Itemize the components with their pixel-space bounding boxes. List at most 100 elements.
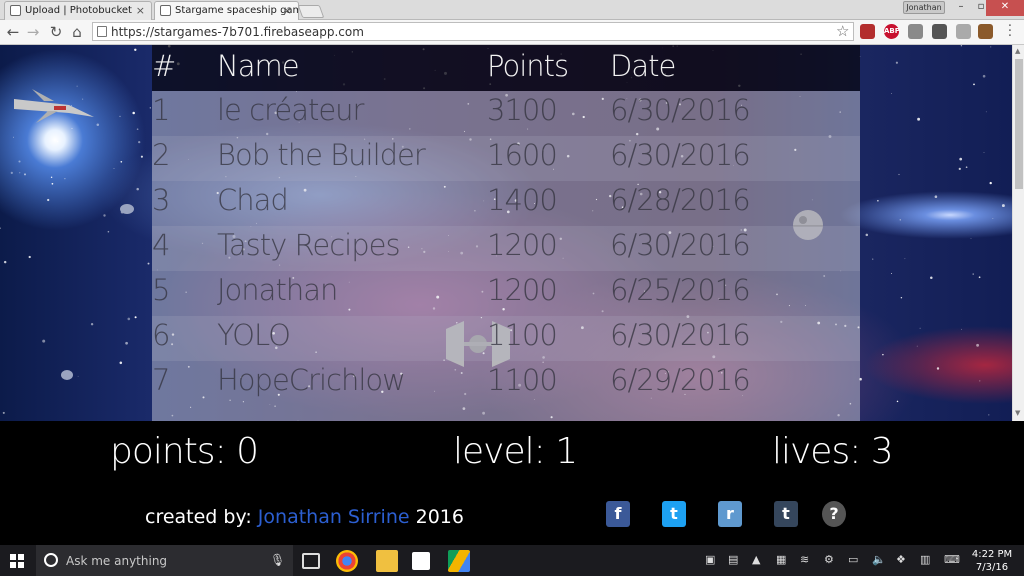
drive-tray-icon[interactable]: ▲ — [752, 553, 760, 566]
rank-cell: 2 — [152, 138, 170, 172]
coffee-icon[interactable] — [978, 24, 993, 39]
points-label: points: — [110, 431, 227, 472]
search-placeholder: Ask me anything — [66, 554, 168, 568]
system-clock[interactable]: 4:22 PM 7/3/16 — [970, 548, 1014, 574]
name-cell: YOLO — [217, 318, 291, 352]
bookmark-star-icon[interactable]: ☆ — [836, 22, 849, 40]
date-cell: 6/30/2016 — [610, 228, 751, 262]
new-tab-button[interactable] — [297, 5, 325, 18]
tab-photobucket[interactable]: Upload | Photobucket × — [4, 1, 152, 20]
tab-stargame[interactable]: Stargame spaceship game × — [154, 1, 299, 20]
name-cell: Chad — [217, 183, 289, 217]
page-scrollbar[interactable]: ▲ ▼ — [1012, 45, 1024, 421]
asteroid — [61, 370, 73, 380]
table-row: 1 le créateur 3100 6/30/2016 — [152, 91, 860, 136]
cortana-icon — [44, 553, 58, 567]
forward-icon[interactable]: → — [24, 23, 42, 41]
bookmark-icon[interactable] — [860, 24, 875, 39]
name-cell: Bob the Builder — [217, 138, 426, 172]
page-icon — [160, 5, 171, 16]
keyboard-icon[interactable]: ⌨ — [944, 553, 960, 566]
browser-menu-icon[interactable]: · · · — [1004, 20, 1016, 43]
notification-icon[interactable]: ▥ — [920, 553, 930, 566]
scroll-up-icon[interactable]: ▲ — [1015, 47, 1020, 55]
cortana-search-input[interactable]: Ask me anything — [36, 545, 293, 576]
google-drive-icon[interactable] — [448, 550, 470, 572]
back-icon[interactable]: ← — [4, 23, 22, 41]
chrome-icon[interactable] — [336, 550, 358, 572]
dropbox-icon[interactable]: ❖ — [896, 553, 906, 566]
scrollbar-thumb[interactable] — [1015, 59, 1023, 189]
points-display: points: 0 — [110, 431, 259, 472]
page-info-icon[interactable] — [97, 26, 107, 37]
created-by-label: created by: — [145, 506, 252, 528]
clock-date: 7/3/16 — [975, 562, 1009, 573]
rank-cell: 3 — [152, 183, 170, 217]
close-tab-icon[interactable]: × — [283, 4, 292, 17]
facebook-icon[interactable]: f — [606, 501, 630, 527]
address-toolbar: ← → ↻ ⌂ https://stargames-7b701.firebase… — [0, 20, 1024, 45]
tray-icon[interactable]: ⚙ — [824, 553, 834, 566]
tray-icon[interactable]: ▦ — [776, 553, 786, 566]
asteroid — [120, 204, 134, 214]
points-cell: 1400 — [487, 183, 558, 217]
bulb-icon[interactable] — [932, 24, 947, 39]
browser-tab-strip: Upload | Photobucket × Stargame spaceshi… — [0, 0, 1024, 20]
home-icon[interactable]: ⌂ — [68, 23, 86, 41]
credit-year: 2016 — [415, 506, 464, 528]
game-canvas[interactable]: # Name Points Date 1 le créateur 3100 6/… — [0, 45, 1012, 421]
reload-icon[interactable]: ↻ — [47, 23, 65, 41]
twitter-icon[interactable]: t — [662, 501, 686, 527]
points-cell: 3100 — [487, 93, 558, 127]
tray-icon[interactable]: ▣ — [705, 553, 715, 566]
tab-title: Stargame spaceship game — [175, 5, 299, 16]
tumblr-icon[interactable]: t — [774, 501, 798, 527]
rank-cell: 5 — [152, 273, 170, 307]
date-cell: 6/30/2016 — [610, 93, 751, 127]
clock-time: 4:22 PM — [971, 549, 1013, 560]
minimize-button[interactable]: – — [950, 0, 972, 16]
camera-icon — [10, 5, 21, 16]
scroll-down-icon[interactable]: ▼ — [1015, 409, 1020, 417]
rank-cell: 7 — [152, 363, 170, 397]
tray-icon[interactable]: ▤ — [728, 553, 738, 566]
url-text: https://stargames-7b701.firebaseapp.com — [111, 25, 364, 39]
name-cell: Tasty Recipes — [217, 228, 401, 262]
battery-icon[interactable]: ▭ — [848, 553, 858, 566]
author-link[interactable]: Jonathan Sirrine — [258, 506, 410, 528]
wifi-icon[interactable]: ≋ — [800, 553, 809, 566]
help-icon[interactable]: ? — [822, 501, 846, 527]
lives-display: lives: 3 — [772, 431, 894, 472]
file-explorer-icon[interactable] — [376, 550, 398, 572]
close-window-button[interactable]: ✕ — [986, 0, 1024, 16]
name-header: Name — [217, 49, 300, 83]
date-cell: 6/28/2016 — [610, 183, 751, 217]
points-header: Points — [487, 49, 569, 83]
volume-icon[interactable]: 🔈 — [872, 553, 886, 566]
url-input[interactable]: https://stargames-7b701.firebaseapp.com — [92, 22, 854, 41]
table-row: 4 Tasty Recipes 1200 6/30/2016 — [152, 226, 860, 271]
close-tab-icon[interactable]: × — [136, 4, 145, 17]
lives-value: 3 — [870, 431, 894, 472]
windows-start-icon[interactable] — [10, 554, 24, 568]
points-cell: 1600 — [487, 138, 558, 172]
level-display: level: 1 — [453, 431, 578, 472]
credits-line: created by: Jonathan Sirrine 2016 — [145, 506, 464, 528]
microphone-icon[interactable]: 🎙 — [270, 553, 285, 567]
rank-cell: 1 — [152, 93, 170, 127]
date-cell: 6/29/2016 — [610, 363, 751, 397]
date-cell: 6/30/2016 — [610, 318, 751, 352]
abp-icon[interactable]: ABP — [884, 24, 900, 39]
rank-header: # — [152, 49, 176, 83]
store-icon[interactable] — [412, 552, 430, 570]
table-row: 2 Bob the Builder 1600 6/30/2016 — [152, 136, 860, 181]
r-extension-icon[interactable] — [956, 24, 971, 39]
name-cell: Jonathan — [217, 273, 338, 307]
level-label: level: — [453, 431, 546, 472]
reddit-icon[interactable]: r — [718, 501, 742, 527]
profile-button[interactable]: Jonathan — [903, 1, 945, 14]
extension-icon[interactable] — [908, 24, 923, 39]
game-hud: points: 0 level: 1 lives: 3 created by: … — [0, 421, 1024, 545]
task-view-icon[interactable] — [302, 553, 320, 569]
windows-taskbar: Ask me anything 🎙 ▣ ▤ ▲ ▦ ≋ ⚙ ▭ 🔈 ❖ ▥ ⌨ … — [0, 545, 1024, 576]
